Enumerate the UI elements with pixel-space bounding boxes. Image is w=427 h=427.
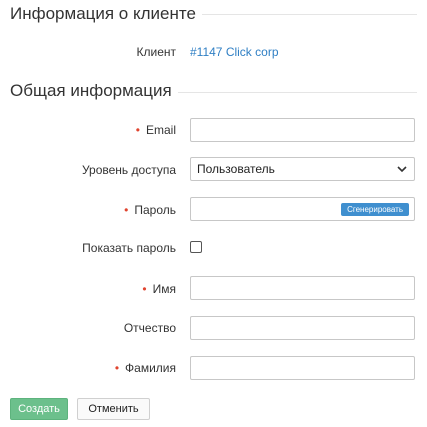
required-marker: •: [135, 123, 140, 137]
password-label-text: Пароль: [134, 203, 176, 217]
password-label: • Пароль: [124, 203, 176, 217]
last-name-field[interactable]: [190, 356, 415, 380]
access-level-value: Пользователь: [197, 162, 275, 176]
email-label: • Email: [136, 123, 176, 137]
first-name-field[interactable]: [190, 276, 415, 300]
access-level-select[interactable]: Пользователь: [190, 157, 415, 181]
patronymic-field[interactable]: [190, 316, 415, 340]
create-button[interactable]: Создать: [10, 398, 68, 420]
section-divider: [178, 92, 417, 93]
last-name-label: • Фамилия: [115, 361, 176, 375]
client-link[interactable]: #1147 Click corp: [190, 45, 279, 59]
last-name-label-text: Фамилия: [125, 361, 176, 375]
patronymic-label: Отчество: [123, 321, 176, 335]
show-password-label: Показать пароль: [82, 241, 176, 255]
password-field[interactable]: Сгенерировать: [190, 197, 415, 221]
cancel-button[interactable]: Отменить: [77, 398, 150, 420]
chevron-down-icon: [397, 166, 407, 173]
section-divider: [202, 14, 417, 15]
access-level-label: Уровень доступа: [81, 163, 176, 177]
show-password-checkbox[interactable]: [190, 241, 202, 253]
email-field[interactable]: [190, 118, 415, 142]
client-section-title: Информация о клиенте: [10, 4, 196, 23]
first-name-label-text: Имя: [152, 282, 176, 296]
required-marker: •: [142, 282, 147, 296]
generate-password-button[interactable]: Сгенерировать: [341, 203, 409, 216]
client-label: Клиент: [136, 45, 177, 59]
required-marker: •: [124, 203, 129, 217]
email-label-text: Email: [145, 123, 176, 137]
general-section-title: Общая информация: [10, 81, 172, 100]
first-name-label: • Имя: [142, 282, 176, 296]
required-marker: •: [114, 361, 120, 375]
